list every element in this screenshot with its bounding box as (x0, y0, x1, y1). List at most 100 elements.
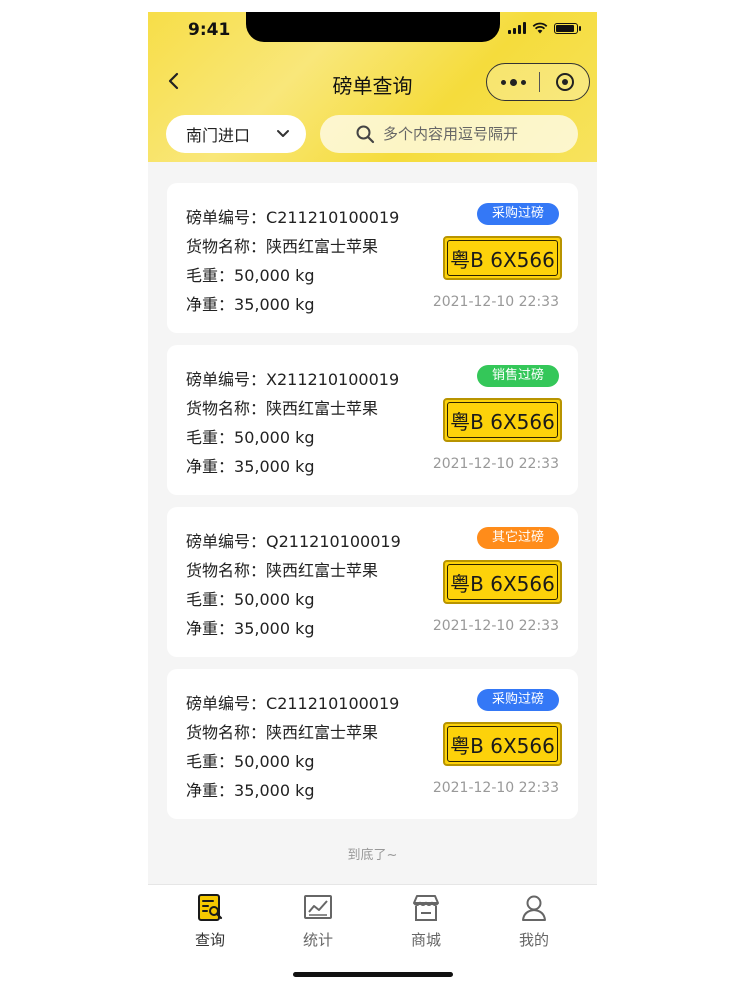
signal-icon (508, 22, 526, 34)
gross-line: 毛重：50,000 kg (186, 262, 315, 286)
tab-query[interactable]: 查询 (170, 893, 250, 959)
net-value: 35,000 kg (234, 457, 315, 476)
license-plate-text: 粤B 6X566 (447, 726, 558, 762)
tab-label: 查询 (194, 931, 225, 949)
store-icon (413, 895, 439, 921)
ticket-no-label: 磅单编号： (186, 370, 267, 389)
gross-line: 毛重：50,000 kg (186, 424, 315, 448)
ticket-no-line: 磅单编号：X211210100019 (186, 366, 399, 390)
net-value: 35,000 kg (234, 619, 315, 638)
more-icon (500, 79, 506, 85)
goods-value: 陕西红富士苹果 (266, 561, 379, 580)
gross-value: 50,000 kg (234, 752, 315, 771)
ticket-no-label: 磅单编号： (186, 694, 267, 713)
goods-value: 陕西红富士苹果 (266, 399, 379, 418)
license-plate-text: 粤B 6X566 (447, 564, 558, 600)
user-icon (522, 895, 546, 921)
ticket-no-line: 磅单编号：Q211210100019 (186, 528, 401, 552)
goods-label: 货物名称： (186, 723, 267, 742)
status-badge: 销售过磅 (477, 365, 559, 387)
license-plate: 粤B 6X566 (443, 398, 562, 442)
tab-mine[interactable]: 我的 (494, 893, 574, 959)
tab-label: 我的 (518, 931, 549, 949)
license-plate-text: 粤B 6X566 (447, 402, 558, 438)
tab-label: 商城 (410, 931, 441, 949)
goods-value: 陕西红富士苹果 (266, 723, 379, 742)
search-icon (356, 125, 375, 144)
battery-icon (554, 22, 578, 34)
tab-store[interactable]: 商城 (386, 893, 466, 959)
record-card[interactable]: 磅单编号：C211210100019 货物名称：陕西红富士苹果 毛重：50,00… (167, 183, 578, 333)
ticket-no-line: 磅单编号：C211210100019 (186, 690, 399, 714)
net-label: 净重： (186, 295, 235, 314)
gross-label: 毛重： (186, 752, 235, 771)
record-time: 2021-12-10 22:33 (432, 294, 559, 310)
ticket-no-value: Q211210100019 (266, 532, 401, 551)
gate-select[interactable]: 南门进口 (166, 115, 306, 153)
goods-line: 货物名称：陕西红富士苹果 (186, 557, 378, 581)
net-label: 净重： (186, 619, 235, 638)
goods-label: 货物名称： (186, 561, 267, 580)
gross-label: 毛重： (186, 428, 235, 447)
tab-label: 统计 (302, 931, 333, 949)
gross-label: 毛重： (186, 266, 235, 285)
gross-line: 毛重：50,000 kg (186, 586, 315, 610)
phone-screen: 9:41 磅单查询 南门进口 多个内容用逗号隔开 磅单编号：C211210100… (148, 12, 597, 987)
more-button[interactable] (487, 78, 539, 86)
license-plate-text: 粤B 6X566 (447, 240, 558, 276)
ticket-no-label: 磅单编号： (186, 208, 267, 227)
status-icons (508, 22, 581, 34)
status-badge: 采购过磅 (477, 689, 559, 711)
status-time: 9:41 (188, 20, 231, 40)
license-plate: 粤B 6X566 (443, 722, 562, 766)
net-line: 净重：35,000 kg (186, 777, 315, 801)
chevron-down-icon (277, 130, 289, 137)
tab-stats[interactable]: 统计 (278, 893, 358, 959)
ticket-no-line: 磅单编号：C211210100019 (186, 204, 399, 228)
status-badge: 采购过磅 (477, 203, 559, 225)
goods-line: 货物名称：陕西红富士苹果 (186, 719, 378, 743)
license-plate: 粤B 6X566 (443, 560, 562, 604)
record-time: 2021-12-10 22:33 (432, 456, 559, 472)
query-icon (198, 894, 223, 921)
gross-value: 50,000 kg (234, 590, 315, 609)
net-line: 净重：35,000 kg (186, 291, 315, 315)
record-time: 2021-12-10 22:33 (432, 618, 559, 634)
close-target-icon (555, 73, 574, 91)
gross-value: 50,000 kg (234, 428, 315, 447)
net-line: 净重：35,000 kg (186, 453, 315, 477)
gate-select-value: 南门进口 (186, 126, 251, 145)
record-card[interactable]: 磅单编号：C211210100019 货物名称：陕西红富士苹果 毛重：50,00… (167, 669, 578, 819)
search-input[interactable] (383, 125, 543, 143)
notch (246, 12, 500, 42)
net-label: 净重： (186, 781, 235, 800)
mini-program-capsule (486, 63, 590, 101)
status-badge: 其它过磅 (477, 527, 559, 549)
net-value: 35,000 kg (234, 781, 315, 800)
goods-label: 货物名称： (186, 237, 267, 256)
header: 9:41 磅单查询 南门进口 多个内容用逗号隔开 (148, 12, 597, 162)
record-card[interactable]: 磅单编号：Q211210100019 货物名称：陕西红富士苹果 毛重：50,00… (167, 507, 578, 657)
wifi-icon (532, 22, 548, 34)
close-button[interactable] (540, 73, 589, 91)
chart-icon (304, 895, 332, 919)
ticket-no-label: 磅单编号： (186, 532, 267, 551)
record-card[interactable]: 磅单编号：X211210100019 货物名称：陕西红富士苹果 毛重：50,00… (167, 345, 578, 495)
gross-line: 毛重：50,000 kg (186, 748, 315, 772)
net-label: 净重： (186, 457, 235, 476)
license-plate: 粤B 6X566 (443, 236, 562, 280)
list-end-hint: 到底了~ (347, 848, 398, 863)
ticket-no-value: C211210100019 (266, 208, 400, 227)
ticket-no-value: X211210100019 (266, 370, 400, 389)
home-indicator (293, 972, 453, 977)
goods-label: 货物名称： (186, 399, 267, 418)
ticket-no-value: C211210100019 (266, 694, 400, 713)
net-line: 净重：35,000 kg (186, 615, 315, 639)
search-box[interactable] (320, 115, 578, 153)
goods-value: 陕西红富士苹果 (266, 237, 379, 256)
gross-label: 毛重： (186, 590, 235, 609)
gross-value: 50,000 kg (234, 266, 315, 285)
record-time: 2021-12-10 22:33 (432, 780, 559, 796)
goods-line: 货物名称：陕西红富士苹果 (186, 233, 378, 257)
goods-line: 货物名称：陕西红富士苹果 (186, 395, 378, 419)
